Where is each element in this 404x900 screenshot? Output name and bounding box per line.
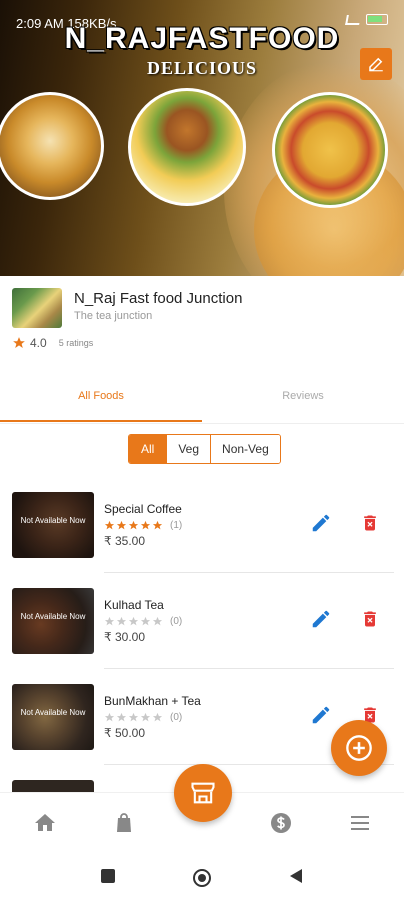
store-button[interactable] — [174, 764, 232, 822]
restaurant-rating: 4.0 5 ratings — [12, 336, 93, 350]
edit-pencil-icon[interactable] — [310, 608, 332, 630]
food-image-momos — [0, 92, 104, 200]
restaurant-info: N_Raj Fast food Junction The tea junctio… — [0, 276, 404, 366]
rating-star-icon — [104, 520, 115, 530]
rating-star-icon — [152, 712, 163, 722]
food-item-rating-count: (1) — [170, 520, 183, 531]
star-rating-icons — [104, 616, 163, 627]
food-item-name: Kulhad Tea — [104, 598, 164, 612]
home-icon[interactable] — [33, 811, 57, 835]
food-item-image: Not Available Now — [12, 492, 94, 558]
restaurant-manage-page: 2:09 AM 158KB/s N_RAJFASTFOOD DELICIOUS … — [0, 0, 404, 900]
edit-cover-icon — [369, 57, 383, 72]
filter-non-veg[interactable]: Non-Veg — [210, 435, 280, 463]
star-rating-icons — [104, 520, 163, 531]
edit-pencil-icon[interactable] — [310, 704, 332, 726]
rating-star-icon — [140, 616, 151, 626]
add-circle-icon — [346, 735, 372, 761]
food-item[interactable]: Not Available Now Special Coffee (1) ₹ 3… — [0, 492, 404, 588]
shopping-bag-icon[interactable] — [112, 811, 136, 835]
rating-star-icon — [128, 520, 139, 530]
rating-star-icon — [104, 712, 115, 722]
rating-star-icon — [152, 520, 163, 530]
rating-star-icon — [140, 520, 151, 530]
tab-all-foods[interactable]: All Foods — [0, 390, 202, 402]
cover-banner: 2:09 AM 158KB/s N_RAJFASTFOOD DELICIOUS — [0, 0, 404, 276]
food-item-name: Special Coffee — [104, 502, 182, 516]
food-item[interactable]: Not Available Now Kulhad Tea (0) ₹ 30.00 — [0, 588, 404, 684]
filter-veg[interactable]: Veg — [166, 435, 211, 463]
food-image-noodles — [272, 92, 388, 208]
home-system-icon[interactable] — [192, 868, 212, 888]
brand-title: N_RAJFASTFOOD — [64, 22, 340, 55]
delete-trash-icon[interactable] — [360, 512, 380, 534]
food-item-price: ₹ 30.00 — [104, 630, 145, 644]
recent-apps-icon[interactable] — [100, 868, 116, 884]
edit-pencil-icon[interactable] — [310, 512, 332, 534]
rating-value: 4.0 — [30, 336, 47, 350]
rating-star-icon — [152, 616, 163, 626]
ratings-count: 5 ratings — [58, 338, 94, 348]
tab-indicator — [0, 420, 202, 422]
tab-reviews[interactable]: Reviews — [202, 390, 404, 402]
add-food-button[interactable] — [331, 720, 387, 776]
edit-cover-button[interactable] — [360, 48, 392, 80]
rating-star-icon — [116, 616, 127, 626]
rating-star-icon — [104, 616, 115, 626]
rating-star-icon — [128, 616, 139, 626]
item-divider — [104, 572, 394, 573]
food-item-rating: (0) — [104, 616, 182, 627]
food-item-price: ₹ 50.00 — [104, 726, 145, 740]
star-rating-icons — [104, 712, 163, 723]
rating-star-icon — [128, 712, 139, 722]
star-icon — [13, 337, 25, 348]
food-image-burger — [128, 88, 246, 206]
availability-overlay: Not Available Now — [12, 588, 94, 654]
dollar-icon[interactable] — [269, 811, 293, 835]
food-item-rating-count: (0) — [170, 616, 183, 627]
restaurant-name: N_Raj Fast food Junction — [74, 290, 243, 307]
store-icon — [191, 782, 215, 804]
rating-star-icon — [116, 712, 127, 722]
back-icon[interactable] — [288, 868, 304, 884]
rating-star-icon — [116, 520, 127, 530]
food-item-image: Not Available Now — [12, 684, 94, 750]
rating-star-icon — [140, 712, 151, 722]
delete-trash-icon[interactable] — [360, 608, 380, 630]
food-item-rating: (0) — [104, 712, 182, 723]
item-divider — [104, 668, 394, 669]
food-item-price: ₹ 35.00 — [104, 534, 145, 548]
filter-all[interactable]: All — [129, 435, 167, 463]
availability-overlay: Not Available Now — [12, 684, 94, 750]
food-item-image: Not Available Now — [12, 588, 94, 654]
menu-icon[interactable] — [348, 811, 372, 835]
system-navigation-bar — [0, 854, 404, 900]
food-item-name: BunMakhan + Tea — [104, 694, 201, 708]
food-item-rating-count: (0) — [170, 712, 183, 723]
restaurant-thumbnail — [12, 288, 62, 328]
food-type-filter: All Veg Non-Veg — [128, 434, 281, 464]
availability-overlay: Not Available Now — [12, 492, 94, 558]
restaurant-tagline: The tea junction — [74, 310, 153, 322]
food-item-rating: (1) — [104, 520, 182, 531]
food-item-image-partial — [12, 780, 94, 792]
tab-bar: All Foods Reviews — [0, 380, 404, 424]
brand-subtitle: DELICIOUS — [146, 58, 258, 78]
